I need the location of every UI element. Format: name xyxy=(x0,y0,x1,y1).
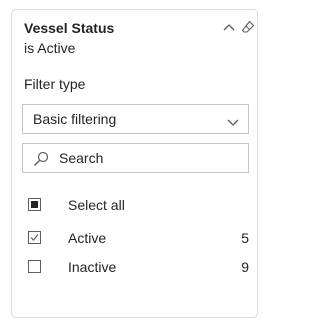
slicer-title: Vessel Status xyxy=(24,20,115,36)
list-item-label: Select all xyxy=(68,197,125,213)
filter-type-label: Filter type xyxy=(24,76,86,92)
list-item-label: Active xyxy=(68,230,107,246)
filter-type-value: Basic filtering xyxy=(33,111,117,127)
search-icon xyxy=(33,151,49,172)
list-item-count: 5 xyxy=(241,230,249,246)
list-item-label: Inactive xyxy=(68,259,117,275)
list-item-active[interactable]: Active 5 xyxy=(24,227,249,249)
slicer-card: Vessel Status is Active Filter type Basi… xyxy=(11,9,258,318)
search-box[interactable] xyxy=(22,143,249,173)
checkbox-checked-icon[interactable] xyxy=(28,231,41,244)
list-item-count: 9 xyxy=(241,259,249,275)
checkbox-unchecked-icon[interactable] xyxy=(28,260,41,273)
chevron-up-icon[interactable] xyxy=(221,19,237,35)
list-item-inactive[interactable]: Inactive 9 xyxy=(24,256,249,278)
search-input[interactable] xyxy=(57,149,241,167)
chevron-down-icon xyxy=(227,114,239,130)
slicer-filter-summary: is Active xyxy=(24,40,76,56)
checkbox-partial-icon[interactable] xyxy=(28,198,41,211)
filter-type-select[interactable]: Basic filtering xyxy=(22,104,249,134)
eraser-icon[interactable] xyxy=(240,19,256,35)
list-item-select-all[interactable]: Select all xyxy=(24,194,249,216)
